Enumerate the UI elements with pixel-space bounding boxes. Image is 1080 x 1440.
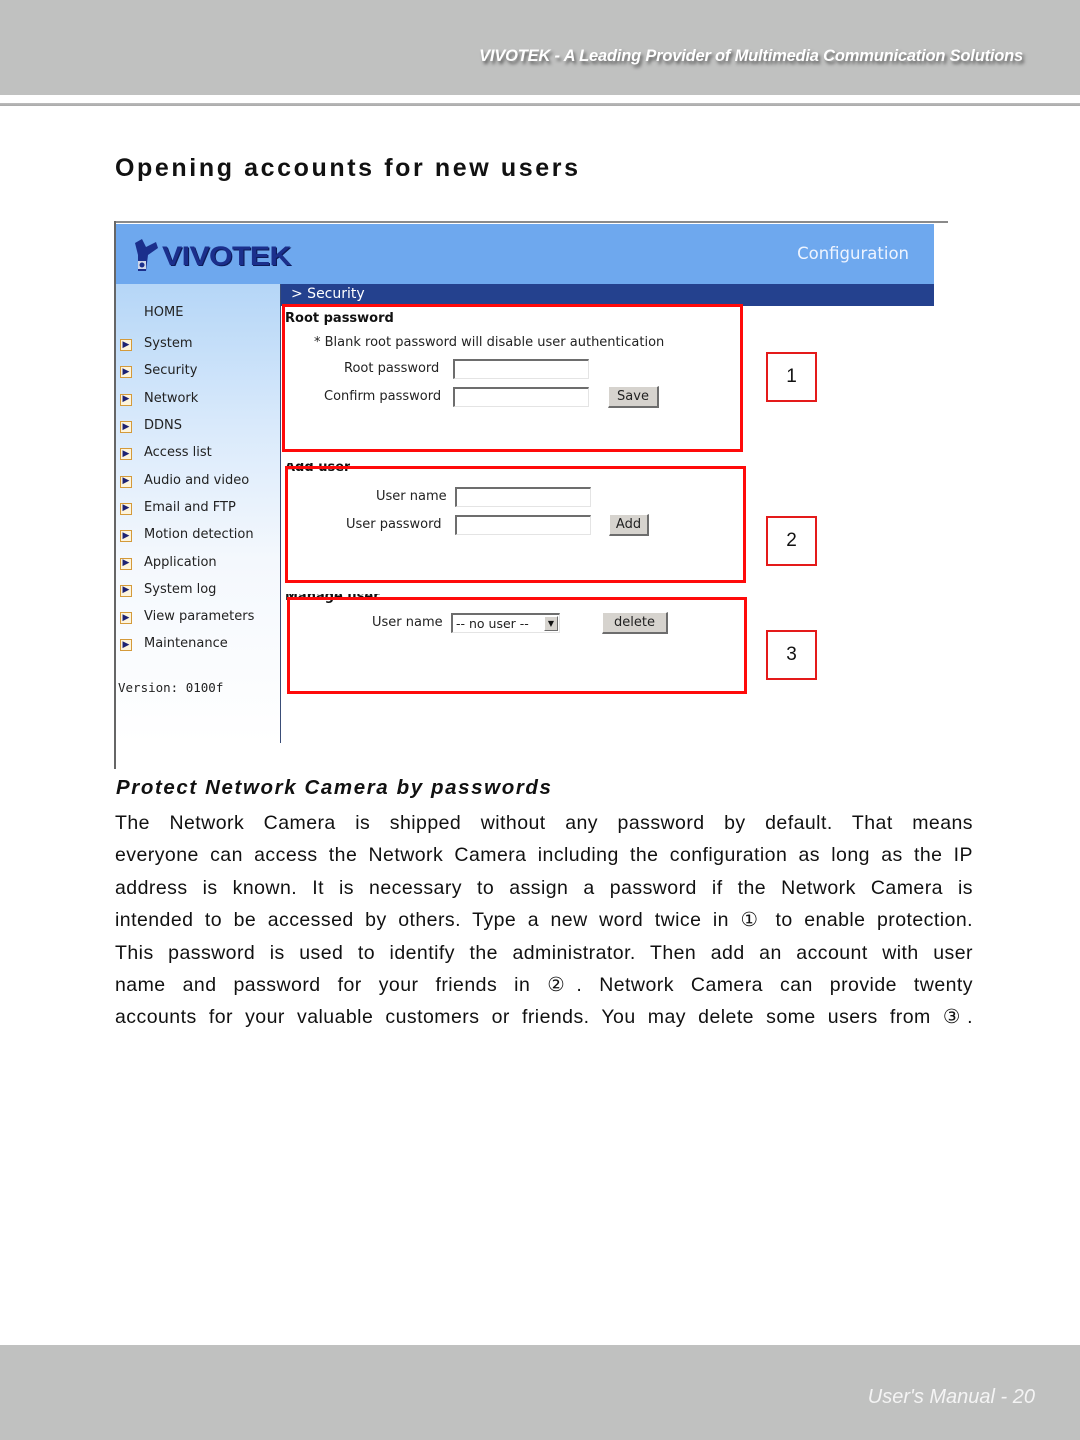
sidebar-item-network[interactable]: ▶ Network: [120, 385, 254, 412]
config-banner: VIVOTEK Configuration: [116, 224, 934, 284]
callout-3: 3: [766, 630, 817, 680]
sidebar-item-label: Maintenance: [144, 636, 228, 652]
arrow-right-icon: ▶: [120, 530, 132, 543]
paragraph-line: The Network Camera is shipped without an…: [115, 812, 973, 834]
sidebar-item-maintenance[interactable]: ▶ Maintenance: [120, 630, 254, 657]
sidebar-menu: ▶ System ▶ Security ▶ Network ▶ DDNS ▶ Access…: [120, 330, 254, 658]
callout-1: 1: [766, 352, 817, 402]
page-number-label: User's Manual - 20: [867, 1386, 1035, 1408]
arrow-right-icon: ▶: [120, 421, 132, 434]
arrow-right-icon: ▶: [120, 393, 132, 406]
header-tagline: VIVOTEK - A Leading Provider of Multimed…: [479, 47, 1023, 65]
sidebar-item-view-parameters[interactable]: ▶ View parameters: [120, 603, 254, 630]
arrow-right-icon: ▶: [120, 475, 132, 488]
arrow-right-icon: ▶: [120, 339, 132, 352]
sidebar-item-application[interactable]: ▶ Application: [120, 548, 254, 575]
sidebar-item-access-list[interactable]: ▶ Access list: [120, 439, 254, 466]
paragraph-line: accounts for your valuable customers or …: [115, 1006, 973, 1029]
sidebar-item-email-ftp[interactable]: ▶ Email and FTP: [120, 494, 254, 521]
paragraph-line: intended to be accessed by others. Type …: [115, 909, 973, 932]
camera-logo-icon: [135, 239, 158, 271]
logo-wordmark: VIVOTEK: [162, 240, 291, 271]
vivotek-logo: VIVOTEK: [132, 236, 291, 276]
config-sidebar: HOME ▶ System ▶ Security ▶ Network ▶ DDNS ▶ A…: [116, 284, 280, 743]
arrow-right-icon: ▶: [120, 639, 132, 652]
arrow-right-icon: ▶: [120, 612, 132, 625]
sidebar-item-label: DDNS: [144, 418, 182, 434]
page-header-band: VIVOTEK - A Leading Provider of Multimed…: [0, 0, 1080, 95]
arrow-right-icon: ▶: [120, 366, 132, 379]
arrow-right-icon: ▶: [120, 557, 132, 570]
sidebar-item-label: System log: [144, 581, 217, 597]
body-paragraph: The Network Camera is shipped without an…: [115, 807, 973, 1034]
sidebar-item-label: Email and FTP: [144, 499, 236, 515]
firmware-version: Version: 0100f: [118, 680, 224, 695]
sidebar-item-security[interactable]: ▶ Security: [120, 357, 254, 384]
header-divider: [0, 103, 1080, 106]
sidebar-item-audio-video[interactable]: ▶ Audio and video: [120, 466, 254, 493]
sidebar-item-label: Audio and video: [144, 472, 250, 488]
sidebar-item-label: Access list: [144, 445, 212, 461]
breadcrumb: > Security: [291, 286, 365, 302]
screenshot-top-border: [114, 221, 948, 223]
sidebar-item-label: Security: [144, 363, 198, 379]
sidebar-item-home[interactable]: HOME: [144, 305, 183, 320]
sidebar-item-label: System: [144, 336, 193, 352]
arrow-right-icon: ▶: [120, 448, 132, 461]
sidebar-item-label: Application: [144, 554, 217, 570]
subheading: Protect Network Camera by passwords: [116, 776, 553, 799]
configuration-label: Configuration: [797, 244, 909, 263]
sidebar-item-system-log[interactable]: ▶ System log: [120, 576, 254, 603]
section-title: Opening accounts for new users: [115, 154, 581, 182]
highlight-box-add-user: [285, 466, 746, 583]
breadcrumb-bar: > Security: [281, 284, 934, 306]
highlight-box-root-password: [282, 304, 743, 452]
sidebar-item-ddns[interactable]: ▶ DDNS: [120, 412, 254, 439]
callout-2: 2: [766, 516, 817, 566]
sidebar-item-system[interactable]: ▶ System: [120, 330, 254, 357]
sidebar-item-label: Network: [144, 390, 199, 406]
sidebar-item-label: View parameters: [144, 609, 255, 625]
sidebar-item-motion-detection[interactable]: ▶ Motion detection: [120, 521, 254, 548]
arrow-right-icon: ▶: [120, 584, 132, 597]
sidebar-item-label: Motion detection: [144, 527, 254, 543]
paragraph-line: address is known. It is necessary to ass…: [115, 876, 973, 899]
paragraph-line: name and password for your friends in ②.…: [115, 973, 973, 996]
highlight-box-manage-user: [287, 597, 747, 694]
paragraph-line: everyone can access the Network Camera i…: [115, 844, 973, 867]
page-footer-band: User's Manual - 20: [0, 1345, 1080, 1440]
paragraph-line: This password is used to identify the ad…: [115, 941, 973, 964]
arrow-right-icon: ▶: [120, 502, 132, 515]
